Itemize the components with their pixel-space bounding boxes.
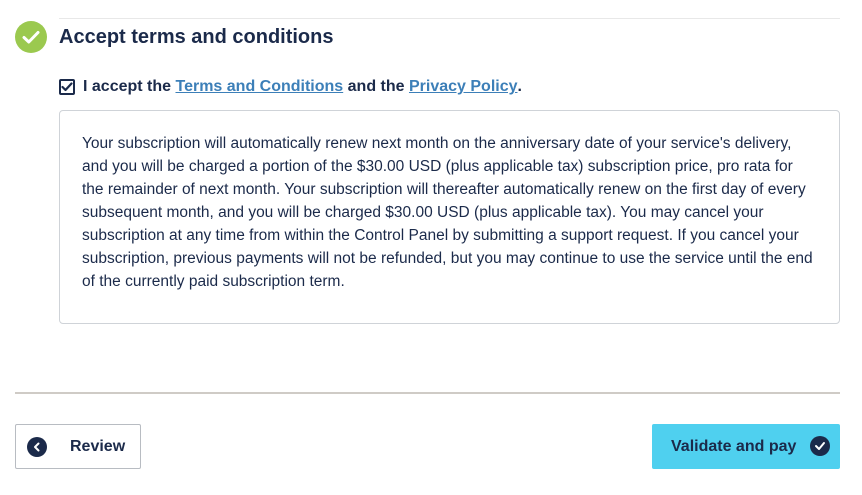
accept-text-suffix: .	[517, 78, 522, 95]
section-title: Accept terms and conditions	[59, 25, 334, 48]
accept-text-middle: and the	[343, 78, 409, 95]
footer-divider	[15, 392, 840, 394]
privacy-policy-link[interactable]: Privacy Policy	[409, 78, 518, 96]
validate-and-pay-label: Validate and pay	[671, 437, 797, 455]
validate-and-pay-button[interactable]: Validate and pay	[652, 424, 840, 469]
check-circle-icon	[810, 436, 830, 456]
checkmark-icon	[61, 82, 73, 92]
accept-terms-checkbox[interactable]	[59, 79, 75, 95]
step-complete-check-icon	[15, 21, 47, 53]
section-header: Accept terms and conditions	[15, 21, 334, 53]
section-top-divider	[59, 18, 840, 19]
terms-and-conditions-link[interactable]: Terms and Conditions	[175, 78, 343, 96]
subscription-terms-box: Your subscription will automatically ren…	[59, 110, 840, 324]
chevron-left-circle-icon	[27, 436, 47, 457]
review-button[interactable]: Review	[15, 424, 141, 469]
review-button-label: Review	[70, 437, 126, 455]
accept-text-prefix: I accept the	[83, 78, 176, 95]
accept-terms-row: I accept the Terms and Conditions and th…	[59, 76, 522, 98]
